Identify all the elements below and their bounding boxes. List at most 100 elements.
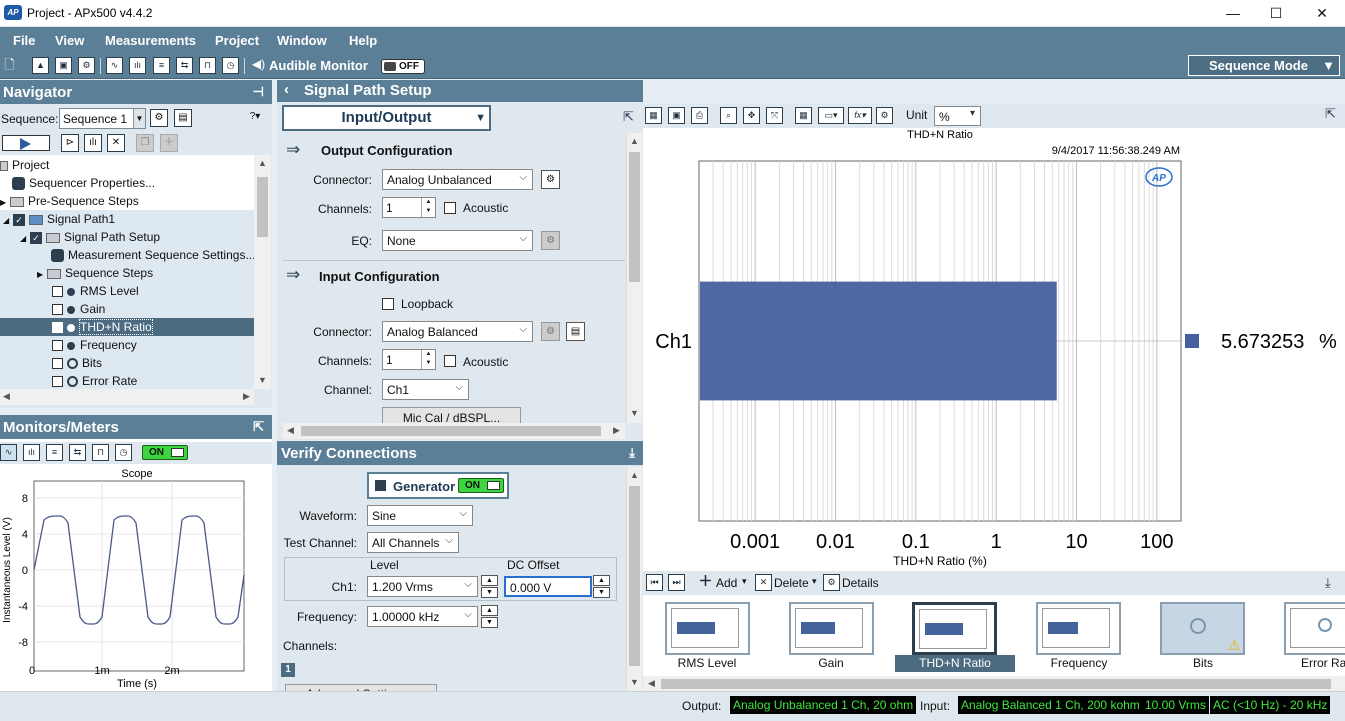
zoom-icon[interactable]: ⌕ [720, 107, 737, 124]
level-input[interactable]: 1.200 Vrms ⌵ [367, 576, 478, 597]
monitors-on-toggle[interactable]: ON [142, 445, 188, 460]
output-channels-stepper[interactable]: 1 ▲ ▼ [382, 197, 436, 218]
fft-icon[interactable]: ılı [129, 57, 146, 74]
results-horizontal-scrollbar[interactable]: ◀ [643, 676, 1345, 692]
tree-item-project[interactable]: Project [0, 156, 49, 174]
first-result-icon[interactable]: ⏮ [646, 574, 663, 591]
input-connector-settings-icon[interactable]: ⚙ [541, 322, 560, 341]
output-acoustic-checkbox[interactable] [444, 202, 456, 214]
menu-file[interactable]: File [13, 33, 35, 48]
checkbox-checked[interactable]: ✓ [30, 231, 42, 244]
signal-path-horizontal-scrollbar[interactable]: ◀ ▶ [283, 423, 625, 439]
generator-button[interactable]: Generator ON [367, 472, 509, 499]
menu-view[interactable]: View [55, 33, 84, 48]
advanced-settings-button[interactable]: Advanced Settings... [285, 684, 437, 691]
eq-settings-icon[interactable]: ⚙ [541, 231, 560, 250]
output-status-value[interactable]: Analog Unbalanced 1 Ch, 20 ohm [730, 696, 917, 714]
last-result-icon[interactable]: ⏭ [668, 574, 685, 591]
fft-icon[interactable]: ılı [23, 444, 40, 461]
menu-measurements[interactable]: Measurements [105, 33, 196, 48]
thumbnail-thd-n-ratio[interactable] [912, 602, 997, 655]
tree-item-bits[interactable]: Bits [0, 354, 254, 372]
pin-icon[interactable]: ⊣ [253, 84, 264, 100]
frequency-down-icon[interactable]: ▼ [481, 617, 498, 628]
copy-graph-icon[interactable]: ▦ [645, 107, 662, 124]
verify-vertical-scrollbar[interactable]: ▲ ▼ [626, 467, 642, 691]
popout-icon[interactable]: ⇱ [253, 419, 264, 435]
scope-icon[interactable]: ∿ [106, 57, 123, 74]
checkbox[interactable] [52, 358, 63, 370]
thumbnail-frequency[interactable] [1036, 602, 1121, 655]
settings-gear-icon[interactable]: ⚙ [78, 57, 95, 74]
channels-icon[interactable]: ⇆ [176, 57, 193, 74]
mic-cal-button[interactable]: Mic Cal / dBSPL... [382, 407, 521, 423]
input-acoustic-checkbox[interactable] [444, 355, 456, 367]
tree-item-pre-sequence[interactable]: ▶ Pre-Sequence Steps [0, 192, 139, 210]
delete-button[interactable]: Delete [774, 576, 809, 590]
bits-icon[interactable]: ⊓ [199, 57, 216, 74]
tree-vertical-scrollbar[interactable]: ▲ ▼ [254, 155, 271, 389]
sequence-select[interactable]: Sequence 1 ▼ [59, 108, 146, 129]
checkbox[interactable] [52, 286, 63, 298]
bar-ch1[interactable] [700, 281, 1057, 401]
checkbox[interactable] [52, 376, 63, 388]
tree-item-sequence-steps[interactable]: ▶ Sequence Steps [0, 264, 254, 282]
tree-horizontal-scrollbar[interactable]: ◀ ▶ [0, 389, 254, 405]
meters-icon[interactable]: ≡ [153, 57, 170, 74]
delete-icon[interactable]: ✕ [107, 134, 125, 152]
bits-icon[interactable]: ⊓ [92, 444, 109, 461]
details-gear-icon[interactable]: ⚙ [823, 574, 840, 591]
tree-item-signal-path[interactable]: ◢ ✓ Signal Path1 [0, 210, 254, 228]
channel-1-badge[interactable]: 1 [281, 663, 295, 677]
generator-on-toggle[interactable]: ON [458, 478, 504, 493]
graph-settings-icon[interactable]: ⚙ [876, 107, 893, 124]
tree-item-gain[interactable]: Gain [0, 300, 254, 318]
run-sequence-button[interactable] [2, 135, 50, 151]
thumbnail-bits[interactable]: ⚠ [1160, 602, 1245, 655]
maximize-button[interactable]: ☐ [1265, 3, 1287, 23]
details-button[interactable]: Details [842, 576, 879, 590]
function-icon[interactable]: fx▾ [848, 107, 872, 124]
input-details-icon[interactable]: ▤ [566, 322, 585, 341]
menu-project[interactable]: Project [215, 33, 259, 48]
add-icon[interactable]: ＋ [697, 574, 714, 591]
copy-icon[interactable]: ❐ [136, 134, 154, 152]
speaker-icon[interactable]: ◀) [250, 57, 267, 74]
input-connector-select[interactable]: Analog Balanced ⌵ [382, 321, 533, 342]
tree-item-sequencer-properties[interactable]: Sequencer Properties... [12, 174, 155, 192]
stepper-arrows-icon[interactable]: ▲ ▼ [421, 198, 435, 217]
signal-path-vertical-scrollbar[interactable]: ▲ ▼ [626, 133, 642, 423]
minimize-button[interactable]: — [1222, 3, 1244, 23]
dc-offset-input[interactable]: 0.000 V [504, 576, 592, 597]
delete-icon[interactable]: ✕ [755, 574, 772, 591]
add-button[interactable]: Add [716, 576, 737, 590]
clock-icon[interactable]: ◷ [115, 444, 132, 461]
thumbnail-rms-level[interactable] [665, 602, 750, 655]
back-chevron-icon[interactable]: ‹ [284, 81, 289, 98]
dc-offset-down-icon[interactable]: ▼ [593, 587, 610, 598]
thumbnail-error-rate[interactable] [1284, 602, 1345, 655]
checkbox[interactable] [52, 304, 63, 316]
checkbox[interactable] [52, 340, 63, 352]
menu-window[interactable]: Window [277, 33, 327, 48]
meters-icon[interactable]: ≡ [46, 444, 63, 461]
collapse-panel-icon[interactable]: ⤓ [1325, 575, 1331, 591]
mode-select[interactable]: Sequence Mode ▼ [1188, 55, 1340, 76]
stepper-arrows-icon[interactable]: ▲ ▼ [421, 350, 435, 369]
open-icon[interactable]: ▲ [32, 57, 49, 74]
tree-item-signal-path-setup[interactable]: ◢ ✓ Signal Path Setup [0, 228, 254, 246]
help-icon[interactable]: ?▾ [242, 109, 268, 127]
table-icon[interactable]: ▦ [795, 107, 812, 124]
channels-icon[interactable]: ⇆ [69, 444, 86, 461]
tree-item-error-rate[interactable]: Error Rate [0, 372, 254, 389]
loopback-checkbox[interactable] [382, 298, 394, 310]
checkbox-checked[interactable]: ✓ [13, 213, 25, 226]
eq-select[interactable]: None ⌵ [382, 230, 533, 251]
autoscale-icon[interactable]: ⤧ [766, 107, 783, 124]
input-status-value[interactable]: Analog Balanced 1 Ch, 200 kohm [958, 696, 1143, 714]
checkbox[interactable] [52, 322, 63, 334]
chevron-down-icon[interactable]: ▾ [742, 576, 747, 587]
tree-item-measurement-sequence-settings[interactable]: Measurement Sequence Settings... [0, 246, 254, 264]
tree-item-thd-n-ratio[interactable]: THD+N Ratio [0, 318, 254, 336]
sequence-report-icon[interactable]: ▤ [174, 109, 192, 127]
